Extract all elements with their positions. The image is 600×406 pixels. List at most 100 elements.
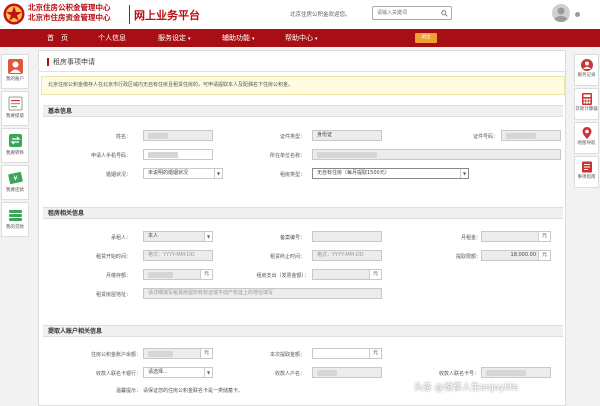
nav-home[interactable]: 首 页 [47, 29, 70, 47]
balance-field: 元 [143, 348, 213, 359]
user-menu-dot[interactable] [575, 12, 580, 17]
date-placeholder: 格式：YYYY-MM-DD [317, 252, 364, 258]
nav-auxiliary[interactable]: 辅助功能 ▾ [222, 29, 255, 47]
amount-label: 本次提取金额： [269, 352, 305, 358]
section-basic-info: 基本信息 [43, 105, 563, 117]
redacted-value [148, 351, 173, 357]
marital-label: 婚姻状况： [105, 172, 131, 178]
search-icon[interactable] [441, 10, 448, 17]
rent-expense-input[interactable]: 元 [312, 269, 382, 280]
unit-label: 元 [538, 232, 550, 241]
logout-badge[interactable]: 退出 [415, 33, 437, 43]
name-label: 姓名： [115, 134, 131, 140]
main-panel: 租房事项申请 北京住房公积金缴存人在北京市行政区域内无自有住房且租赁住房的，可申… [38, 50, 567, 406]
holder-value: 本人 [148, 233, 159, 239]
name-field [143, 130, 213, 141]
sidebar-item-withdraw[interactable]: 我要提取 [1, 91, 29, 126]
sidebar-label: 我的贷款 [6, 225, 24, 230]
record-number-label: 备案编号： [279, 235, 305, 241]
id-number-field [501, 130, 561, 141]
user-icon [554, 7, 568, 22]
monthly-rent-input[interactable]: 元 [481, 231, 551, 242]
search-box[interactable] [372, 6, 452, 20]
sidebar-label: 我的账户 [6, 77, 24, 82]
chevron-down-icon[interactable]: ▼ [204, 368, 212, 377]
map-icon [582, 127, 591, 139]
sidebar-label: 服务记录 [577, 73, 596, 78]
welcome-text: 北京住房公积金欢迎您。 [290, 12, 351, 18]
loan-icon [8, 210, 22, 221]
avatar[interactable] [552, 4, 570, 22]
amount-input[interactable]: 元 [312, 348, 382, 359]
date-placeholder: 格式：YYYY-MM-DD [148, 252, 195, 258]
redacted-value [148, 133, 168, 139]
lease-end-input[interactable]: 格式：YYYY-MM-DD [312, 250, 382, 261]
logo-line1: 北京住房公积金管理中心 [28, 3, 111, 12]
redacted-value [148, 272, 173, 278]
sidebar-label: 地图导航 [577, 141, 596, 146]
chevron-down-icon[interactable]: ▼ [214, 169, 222, 178]
marital-select[interactable]: 未说明的婚姻状况 ▼ [143, 168, 223, 179]
hint-text: 请保证您的住房公积金联名卡是一类储蓄卡。 [143, 388, 244, 394]
notice-banner: 北京住房公积金缴存人在北京市行政区域内无自有住房且租赁住房的，可申请提取本人及配… [41, 76, 565, 95]
nav-help-center[interactable]: 帮助中心 ▾ [285, 29, 318, 47]
monthly-pay-label: 月缴存额： [105, 273, 131, 279]
redacted-value [506, 133, 536, 139]
marital-value: 未说明的婚姻状况 [148, 170, 189, 176]
address-input[interactable]: 请详细填写租赁房屋所有权证或不动产权证上的地址填写 [143, 288, 382, 299]
holder-label: 承租人： [110, 235, 131, 241]
unit-label: 元 [538, 251, 550, 260]
header: 北京住房公积金管理中心 北京市住房资金管理中心 网上业务平台 北京住房公积金欢迎… [0, 0, 600, 29]
sidebar-item-transfer[interactable]: 我要转移 [1, 128, 29, 163]
hint-label: 温馨提示： [115, 388, 141, 394]
account-name-field [312, 367, 382, 378]
unit-label: 元 [200, 349, 212, 358]
sidebar-item-loan[interactable]: 我的贷款 [1, 202, 29, 237]
sidebar-label: 贷款计算器 [575, 107, 598, 112]
unit-label: 元 [200, 270, 212, 279]
rent-type-label: 租房类型： [279, 172, 305, 178]
logo-text: 北京住房公积金管理中心 北京市住房资金管理中心 [28, 3, 111, 23]
section-receiver-info: 提取人账户相关信息 [43, 325, 563, 337]
account-name-label: 收款人户名： [274, 371, 305, 377]
redacted-value [486, 370, 526, 376]
repay-icon: ¥ [7, 171, 23, 185]
nav-service-settings[interactable]: 服务设定 ▾ [158, 29, 191, 47]
employer-field [312, 149, 561, 160]
monthly-pay-field: 元 [143, 269, 213, 280]
lease-start-input[interactable]: 格式：YYYY-MM-DD [143, 250, 213, 261]
phone-input[interactable] [143, 149, 213, 160]
id-type-field: 身份证 [312, 130, 382, 141]
search-input[interactable] [373, 7, 451, 19]
chevron-down-icon[interactable]: ▼ [460, 169, 468, 178]
id-number-label: 证件号码： [472, 134, 498, 140]
sidebar-label: 事项指南 [577, 175, 596, 180]
guide-icon [581, 161, 592, 173]
phone-label: 申请人手机号码： [90, 153, 131, 159]
holder-select[interactable]: 本人 ▼ [143, 231, 213, 242]
chevron-down-icon[interactable]: ▼ [204, 232, 212, 241]
transfer-icon [8, 134, 22, 147]
bank-select[interactable]: 请选择... ▼ [143, 367, 213, 378]
rent-type-select[interactable]: 无自有住房（每月提取1500元） ▼ [312, 168, 469, 179]
sidebar-item-account[interactable]: 我的账户 [1, 54, 29, 89]
watermark: 头条 @说享人生enjoylife [414, 383, 519, 393]
platform-title: 网上业务平台 [134, 9, 200, 22]
sidebar-label: 我要转移 [6, 151, 24, 156]
address-label: 租赁房屋地址： [95, 292, 131, 298]
sidebar-item-guide[interactable]: 事项指南 [574, 156, 599, 188]
withdraw-icon [8, 96, 22, 111]
page-title: 租房事项申请 [47, 58, 95, 66]
sidebar-item-service-record[interactable]: 服务记录 [574, 54, 599, 86]
record-number-input[interactable] [312, 231, 382, 242]
balance-label: 住房公积金账户余额： [90, 352, 141, 358]
sidebar-item-map[interactable]: 地图导航 [574, 122, 599, 154]
lease-end-label: 租赁终止时间： [269, 254, 305, 260]
calculator-icon [581, 93, 592, 105]
sidebar-item-calculator[interactable]: 贷款计算器 [574, 88, 599, 120]
nav-personal-info[interactable]: 个人信息 [98, 29, 128, 47]
sidebar-item-repay[interactable]: ¥ 我要还款 [1, 165, 29, 200]
account-icon [7, 59, 23, 74]
address-placeholder: 请详细填写租赁房屋所有权证或不动产权证上的地址填写 [148, 290, 274, 296]
logo-divider [129, 5, 130, 24]
